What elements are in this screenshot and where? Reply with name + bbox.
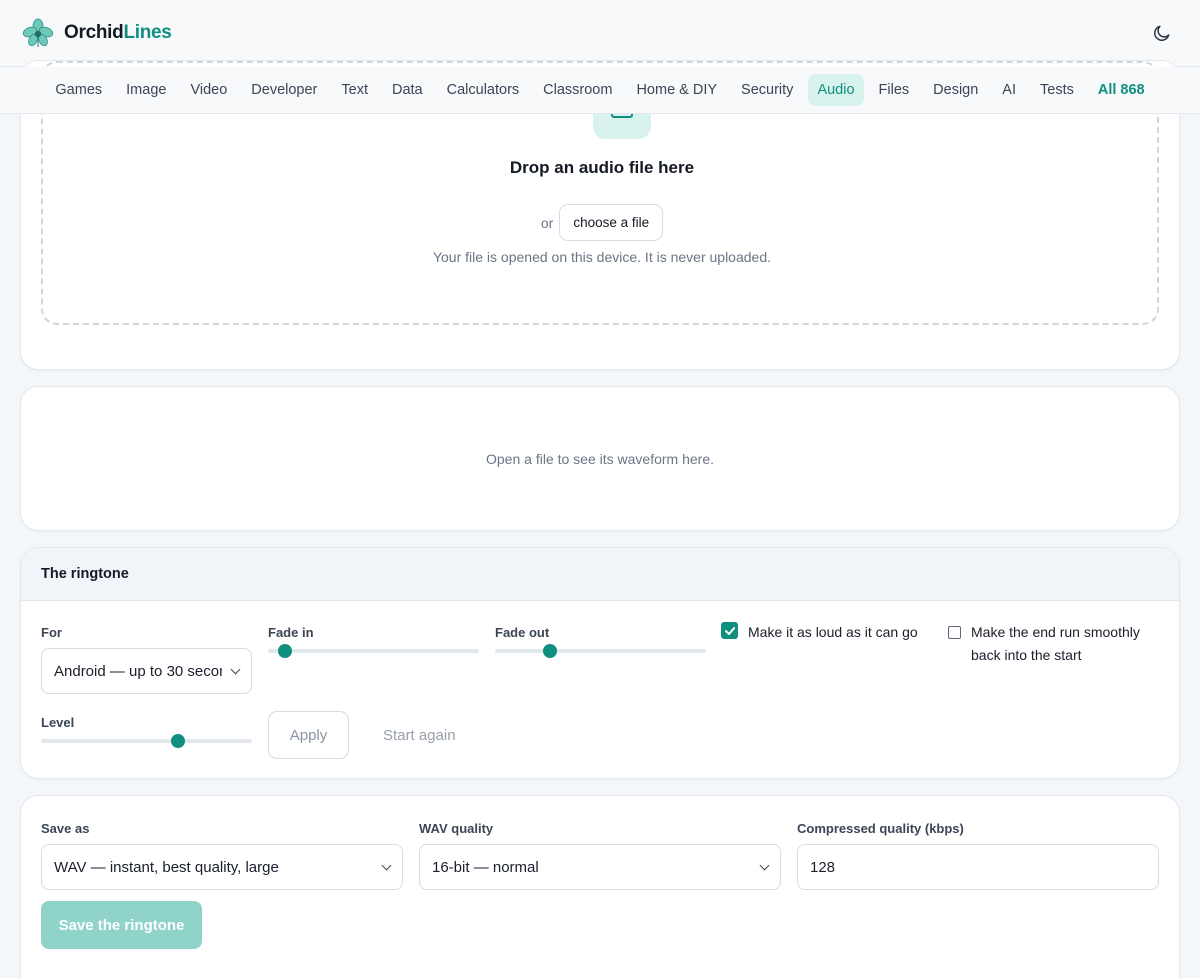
nav-item-all[interactable]: All 868: [1089, 74, 1154, 106]
nav-item-design[interactable]: Design: [924, 74, 987, 106]
moon-icon: [1154, 25, 1170, 41]
dropzone-title: Drop an audio file here: [509, 158, 695, 177]
fade-out-label: Fade out: [495, 625, 550, 640]
check-icon: [724, 626, 735, 635]
nav-item-data[interactable]: Data: [383, 74, 432, 106]
chevron-down-icon: [230, 664, 241, 674]
nav-item-audio[interactable]: Audio: [808, 74, 864, 106]
or-text: or: [540, 214, 554, 231]
for-select[interactable]: Android — up to 30 seconds: [41, 648, 252, 694]
fade-in-label: Fade in: [268, 625, 314, 640]
save-as-select[interactable]: WAV — instant, best quality, large: [41, 844, 403, 890]
logo[interactable]: OrchidLines: [22, 17, 172, 49]
for-label: For: [41, 625, 62, 640]
nav-item-games[interactable]: Games: [46, 74, 111, 106]
privacy-note: Your file is opened on this device. It i…: [432, 249, 772, 265]
nav-item-ai[interactable]: AI: [993, 74, 1025, 106]
compressed-quality-input[interactable]: [797, 844, 1159, 890]
nav-item-home-diy[interactable]: Home & DIY: [627, 74, 726, 106]
brand-part-2: Lines: [123, 22, 172, 43]
fade-out-slider-thumb[interactable]: [542, 644, 557, 658]
category-nav: Games Image Video Developer Text Data Ca…: [0, 67, 1200, 114]
nav-item-video[interactable]: Video: [181, 74, 236, 106]
loop-label: Make the end run smoothly back into the …: [971, 624, 1140, 663]
theme-toggle-button[interactable]: [1150, 21, 1174, 45]
wav-quality-label: WAV quality: [419, 821, 494, 836]
waveform-empty-message: Open a file to see its waveform here.: [486, 451, 714, 467]
top-bar: OrchidLines: [0, 0, 1200, 67]
nav-item-files[interactable]: Files: [870, 74, 919, 106]
nav-item-text[interactable]: Text: [332, 74, 377, 106]
loud-checkbox[interactable]: [721, 622, 738, 639]
fade-in-slider[interactable]: [268, 643, 479, 659]
chevron-down-icon: [759, 860, 770, 870]
choose-file-button[interactable]: choose a file: [559, 204, 664, 241]
for-select-value: Android — up to 30 seconds: [54, 662, 222, 680]
ringtone-header: The ringtone: [21, 548, 1179, 601]
loop-option[interactable]: Make the end run smoothly back into the …: [948, 621, 1163, 667]
nav-item-calculators[interactable]: Calculators: [438, 74, 529, 106]
loud-label: Make it as loud as it can go: [748, 624, 918, 640]
loud-option[interactable]: Make it as loud as it can go: [721, 621, 936, 644]
level-label: Level: [41, 715, 75, 730]
fade-in-slider-thumb[interactable]: [277, 644, 292, 658]
brand-part-1: Orchid: [64, 22, 124, 43]
wav-quality-select-value: 16-bit — normal: [432, 858, 539, 876]
save-as-select-value: WAV — instant, best quality, large: [54, 858, 279, 876]
loop-checkbox[interactable]: [948, 626, 961, 639]
waveform-card: Open a file to see its waveform here.: [20, 386, 1180, 531]
chevron-down-icon: [381, 860, 392, 870]
level-slider-thumb[interactable]: [171, 734, 186, 748]
fade-out-slider[interactable]: [495, 643, 706, 659]
nav-item-tests[interactable]: Tests: [1031, 74, 1083, 106]
nav-item-image[interactable]: Image: [117, 74, 175, 106]
save-ringtone-button[interactable]: Save the ringtone: [41, 901, 202, 949]
orchid-logo-icon: [22, 18, 54, 47]
nav-item-classroom[interactable]: Classroom: [534, 74, 621, 106]
choose-row: or choose a file: [43, 204, 1161, 241]
save-as-label: Save as: [41, 821, 90, 836]
ringtone-card: The ringtone For Android — up to 30 seco…: [20, 547, 1180, 779]
start-again-button[interactable]: Start again: [367, 711, 472, 759]
save-card: Save as WAV — instant, best quality, lar…: [20, 795, 1180, 978]
nav-item-developer[interactable]: Developer: [242, 74, 326, 106]
ringtone-title: The ringtone: [41, 566, 129, 582]
brand-name: OrchidLines: [64, 22, 172, 44]
level-slider[interactable]: [41, 733, 252, 749]
wav-quality-select[interactable]: 16-bit — normal: [419, 844, 781, 890]
apply-button[interactable]: Apply: [268, 711, 349, 759]
compressed-quality-label: Compressed quality (kbps): [797, 821, 964, 836]
nav-item-security[interactable]: Security: [732, 74, 802, 106]
